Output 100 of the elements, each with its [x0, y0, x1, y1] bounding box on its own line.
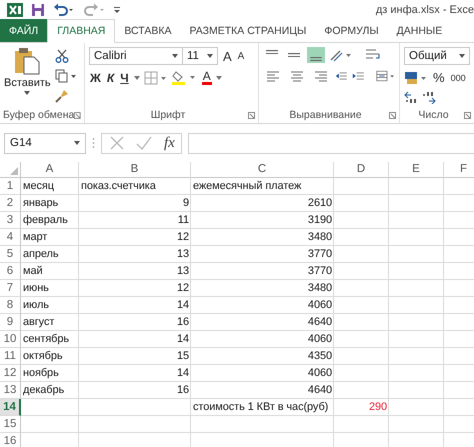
table-cell[interactable]: 14	[79, 331, 191, 348]
shrink-font-button[interactable]: A	[236, 50, 246, 62]
font-color-button[interactable]: A	[202, 70, 212, 85]
table-cell[interactable]	[389, 297, 444, 314]
table-cell[interactable]: декабрь	[21, 382, 79, 399]
row-header[interactable]: 9	[0, 314, 21, 331]
column-header[interactable]: D	[334, 162, 389, 178]
formula-input[interactable]	[188, 132, 474, 154]
ribbon-tab[interactable]: ФАЙЛ	[0, 19, 48, 42]
table-cell[interactable]: 15	[79, 348, 191, 365]
table-cell[interactable]	[334, 365, 389, 382]
column-header[interactable]: E	[389, 162, 444, 178]
decrease-decimal-icon[interactable]	[422, 90, 436, 104]
table-cell[interactable]: 4060	[191, 331, 334, 348]
select-all-corner[interactable]	[0, 162, 21, 178]
table-cell[interactable]: июль	[21, 297, 79, 314]
italic-button[interactable]: К	[106, 70, 116, 84]
number-format-combobox[interactable]: Общий	[404, 47, 470, 65]
table-cell[interactable]	[389, 365, 444, 382]
row-header[interactable]: 6	[0, 263, 21, 280]
thousands-button[interactable]: 000	[450, 72, 467, 82]
table-cell[interactable]	[334, 314, 389, 331]
table-cell[interactable]: 13	[79, 263, 191, 280]
table-cell[interactable]: сентябрь	[21, 331, 79, 348]
ribbon-tab[interactable]: РАЗМЕТКА СТРАНИЦЫ	[180, 19, 316, 42]
table-cell[interactable]	[21, 399, 79, 416]
dialog-launcher-icon[interactable]	[464, 112, 471, 118]
table-cell[interactable]: 3770	[191, 263, 334, 280]
font-name-combobox[interactable]: Calibri	[89, 47, 183, 65]
table-cell[interactable]: август	[21, 314, 79, 331]
table-cell[interactable]	[334, 331, 389, 348]
scissors-icon[interactable]	[54, 49, 69, 63]
table-cell[interactable]: 3480	[191, 229, 334, 246]
insert-function-button[interactable]: fx	[164, 134, 175, 152]
table-cell[interactable]: 14	[79, 297, 191, 314]
column-header[interactable]: A	[21, 162, 79, 178]
ribbon-tab[interactable]: ГЛАВНАЯ	[47, 19, 116, 43]
row-header[interactable]: 15	[0, 416, 21, 433]
row-header[interactable]: 13	[0, 382, 21, 399]
undo-icon[interactable]	[53, 2, 75, 16]
ribbon-tab[interactable]: ФОРМУЛЫ	[315, 19, 388, 42]
table-cell[interactable]: месяц	[21, 178, 79, 195]
table-cell[interactable]	[389, 314, 444, 331]
row-header[interactable]: 3	[0, 212, 21, 229]
checkmark-icon[interactable]	[136, 136, 152, 150]
table-cell[interactable]: 14	[79, 365, 191, 382]
table-cell[interactable]	[79, 416, 191, 433]
cancel-icon[interactable]	[110, 136, 124, 150]
table-cell[interactable]	[334, 297, 389, 314]
caret-icon[interactable]	[216, 76, 222, 80]
table-cell[interactable]: показ.счетчика	[79, 178, 191, 195]
table-cell[interactable]: 16	[79, 382, 191, 399]
table-cell[interactable]	[389, 399, 444, 416]
format-painter-icon[interactable]	[54, 89, 69, 103]
redo-icon[interactable]	[83, 2, 105, 16]
paste-button[interactable]: Вставить	[4, 47, 51, 107]
table-cell[interactable]: стоимость 1 КВт в час(руб)	[191, 399, 334, 416]
table-cell[interactable]: апрель	[21, 246, 79, 263]
table-cell[interactable]: 4640	[191, 382, 334, 399]
table-cell[interactable]	[389, 331, 444, 348]
ribbon-tab[interactable]: ДАННЫЕ	[388, 19, 452, 42]
table-cell[interactable]: 4060	[191, 365, 334, 382]
table-cell[interactable]: 16	[79, 314, 191, 331]
table-cell[interactable]: 2610	[191, 195, 334, 212]
merge-cells-icon[interactable]	[376, 69, 396, 83]
table-cell[interactable]	[389, 246, 444, 263]
table-cell[interactable]	[389, 280, 444, 297]
table-cell[interactable]	[389, 229, 444, 246]
decrease-indent-icon[interactable]	[335, 70, 348, 82]
ribbon-tab[interactable]: ВСТАВКА	[115, 19, 180, 42]
name-box[interactable]: G14	[4, 132, 86, 154]
save-icon[interactable]	[31, 2, 45, 16]
row-header[interactable]: 14	[0, 399, 21, 416]
borders-icon[interactable]	[144, 70, 168, 84]
grow-font-button[interactable]: A	[222, 48, 233, 64]
column-header[interactable]: B	[79, 162, 191, 178]
currency-icon[interactable]	[404, 70, 428, 84]
dialog-launcher-icon[interactable]	[389, 112, 396, 118]
fill-color-icon[interactable]	[172, 70, 198, 85]
table-cell[interactable]	[79, 399, 191, 416]
table-cell[interactable]	[334, 416, 389, 433]
table-cell[interactable]	[334, 348, 389, 365]
table-cell[interactable]	[334, 246, 389, 263]
table-cell[interactable]	[389, 178, 444, 195]
table-cell[interactable]	[389, 263, 444, 280]
table-cell[interactable]: ноябрь	[21, 365, 79, 382]
vertical-align-button[interactable]	[307, 47, 325, 63]
table-cell[interactable]: март	[21, 229, 79, 246]
table-cell[interactable]: 3480	[191, 280, 334, 297]
row-header[interactable]: 7	[0, 280, 21, 297]
dialog-launcher-icon[interactable]	[248, 112, 255, 118]
row-header[interactable]: 2	[0, 195, 21, 212]
table-cell[interactable]: июнь	[21, 280, 79, 297]
table-cell[interactable]	[334, 178, 389, 195]
copy-icon[interactable]	[54, 69, 77, 83]
row-header[interactable]: 1	[0, 178, 21, 195]
column-header[interactable]: C	[191, 162, 334, 178]
table-cell[interactable]: октябрь	[21, 348, 79, 365]
table-cell[interactable]	[334, 263, 389, 280]
table-cell[interactable]: 4640	[191, 314, 334, 331]
